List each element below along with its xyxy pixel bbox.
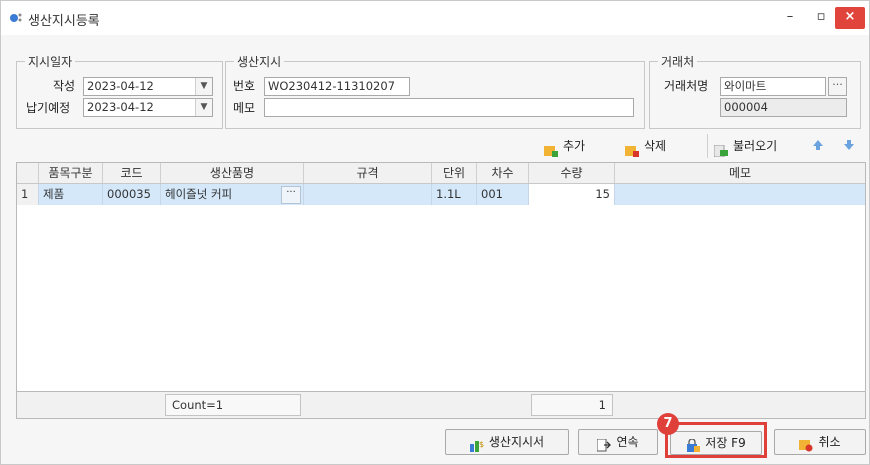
- client-code-value: 000004: [724, 100, 768, 114]
- cell-unit[interactable]: 1.1L: [432, 184, 477, 205]
- written-date-field[interactable]: 2023-04-12 ▼: [83, 77, 213, 96]
- order-number-field[interactable]: WO230412-11310207: [264, 77, 410, 96]
- cell-product-text: 헤이즐넛 커피: [165, 187, 233, 201]
- order-number-label: 번호: [233, 79, 256, 93]
- app-icon: [10, 13, 22, 22]
- order-sheet-button[interactable]: $ 생산지시서: [445, 429, 569, 455]
- column-header-memo[interactable]: 메모: [615, 163, 865, 183]
- cancel-icon: [799, 436, 813, 452]
- column-header-category[interactable]: 품목구분: [39, 163, 103, 183]
- cell-batch[interactable]: 001: [477, 184, 529, 205]
- delete-icon: [625, 141, 639, 157]
- add-row-button[interactable]: 추가: [544, 134, 585, 158]
- order-memo-field[interactable]: [264, 98, 634, 117]
- grid-footer: Count=1 1: [16, 391, 866, 419]
- window-title: 생산지시등록: [28, 14, 100, 29]
- footer-qty-sum: 1: [531, 394, 613, 416]
- save-button-highlight: [665, 422, 767, 458]
- cell-product[interactable]: 헤이즐넛 커피 ···: [161, 184, 304, 205]
- arrow-down-icon[interactable]: [841, 137, 857, 153]
- minimize-button[interactable]: –: [776, 7, 804, 29]
- grid-header: 품목구분 코드 생산품명 규격 단위 차수 수량 메모: [17, 163, 865, 184]
- close-button[interactable]: ×: [835, 7, 865, 29]
- title-bar: 생산지시등록 – ▫ ×: [1, 1, 869, 35]
- continue-icon: [596, 436, 612, 452]
- cell-code[interactable]: 000035: [103, 184, 161, 205]
- step-badge: 7: [657, 413, 679, 435]
- client-name-value: 와이마트: [724, 79, 767, 93]
- svg-text:$: $: [479, 440, 484, 449]
- cancel-button[interactable]: 취소: [774, 429, 866, 455]
- due-date-field[interactable]: 2023-04-12 ▼: [83, 98, 213, 117]
- chevron-down-icon[interactable]: ▼: [195, 78, 212, 95]
- table-row[interactable]: 1 제품 000035 헤이즐넛 커피 ··· 1.1L 001 15: [17, 184, 865, 205]
- product-grid: 품목구분 코드 생산품명 규격 단위 차수 수량 메모 1 제품 000035 …: [16, 162, 866, 399]
- order-sheet-label: 생산지시서: [488, 435, 545, 449]
- written-date-label: 작성: [53, 79, 76, 93]
- delete-row-label: 삭제: [644, 139, 667, 153]
- order-memo-label: 메모: [233, 101, 256, 115]
- arrow-up-icon[interactable]: [810, 137, 826, 153]
- column-header-unit[interactable]: 단위: [432, 163, 477, 183]
- column-header-code[interactable]: 코드: [103, 163, 161, 183]
- cell-category[interactable]: 제품: [39, 184, 103, 205]
- product-lookup-button[interactable]: ···: [281, 186, 301, 204]
- written-date-value: 2023-04-12: [87, 79, 154, 93]
- load-icon: [713, 141, 728, 157]
- column-header-spec[interactable]: 규격: [304, 163, 432, 183]
- client-name-label: 거래처명: [664, 79, 709, 93]
- cell-memo[interactable]: [615, 184, 865, 205]
- due-date-label: 납기예정: [26, 101, 71, 115]
- order-date-legend: 지시일자: [25, 53, 76, 70]
- continuous-button[interactable]: 연속: [578, 429, 658, 455]
- print-report-icon: $: [469, 436, 484, 452]
- column-header-product[interactable]: 생산품명: [161, 163, 304, 183]
- cell-qty[interactable]: 15: [529, 184, 615, 205]
- row-index: 1: [17, 184, 39, 205]
- footer-count: Count=1: [165, 394, 301, 416]
- maximize-button[interactable]: ▫: [807, 7, 835, 29]
- add-row-label: 추가: [563, 139, 586, 153]
- due-date-value: 2023-04-12: [87, 100, 154, 114]
- client-lookup-button[interactable]: ···: [828, 77, 847, 96]
- cell-spec[interactable]: [304, 184, 432, 205]
- column-header-index: [17, 163, 39, 183]
- load-label: 불러오기: [733, 139, 778, 153]
- production-order-legend: 생산지시: [234, 53, 285, 70]
- client-name-field[interactable]: 와이마트: [720, 77, 826, 96]
- client-code-field: 000004: [720, 98, 847, 117]
- continuous-label: 연속: [616, 435, 639, 449]
- column-header-qty[interactable]: 수량: [529, 163, 615, 183]
- load-button[interactable]: 불러오기: [707, 134, 777, 158]
- delete-row-button[interactable]: 삭제: [625, 134, 666, 158]
- client-legend: 거래처: [658, 53, 698, 70]
- production-order-window: 생산지시등록 – ▫ × 지시일자 작성 2023-04-12 ▼ 납기예정 2…: [0, 0, 870, 465]
- chevron-down-icon[interactable]: ▼: [195, 99, 212, 116]
- order-number-value: WO230412-11310207: [268, 79, 396, 93]
- column-header-batch[interactable]: 차수: [477, 163, 529, 183]
- add-icon: [544, 141, 558, 157]
- cancel-label: 취소: [818, 435, 841, 449]
